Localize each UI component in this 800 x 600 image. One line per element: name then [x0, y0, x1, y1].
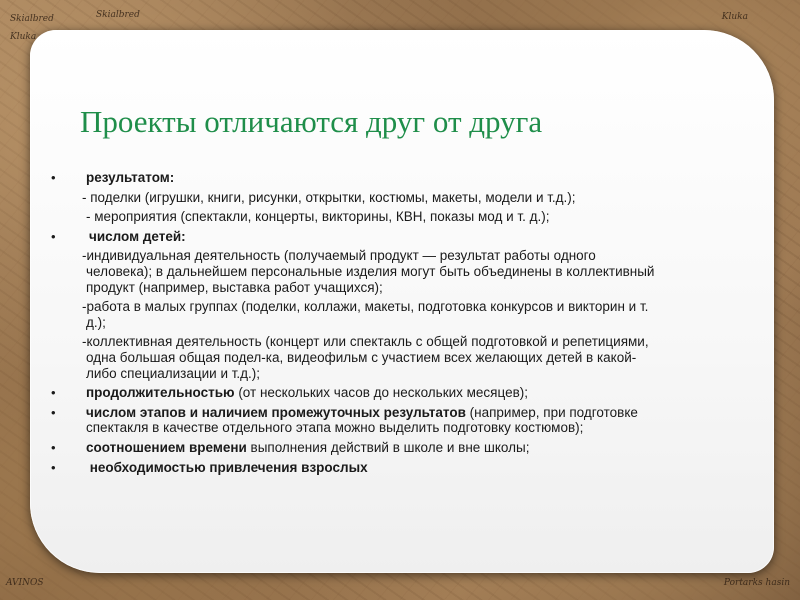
bullet-text: (например, при подготовке [465, 404, 638, 420]
slide-content: • результатом: - поделки (игрушки, книги… [48, 170, 748, 479]
map-label: Skialbred [10, 14, 54, 24]
bullet-icon: • [51, 170, 56, 185]
bullet-item: • соотношением времени выполнения действ… [48, 440, 748, 456]
paragraph-line: -коллективная деятельность (концерт или … [82, 334, 649, 350]
bullet-item: • продолжительностью (от нескольких часо… [48, 385, 748, 401]
bullet-icon: • [51, 404, 56, 420]
bullet-bold-text: необходимостью привлечения взрослых [86, 459, 368, 475]
map-label: Kluka [10, 32, 37, 42]
bullet-icon: • [51, 385, 56, 401]
bullet-item: • числом этапов и наличием промежуточных… [48, 405, 748, 436]
map-label: Portarks hasin [723, 578, 790, 588]
bullet-bold-text: соотношением времени [86, 439, 247, 455]
bullet-text: (от нескольких часов до нескольких месяц… [234, 385, 529, 401]
map-label: AVINOS [6, 578, 44, 588]
bullet-icon: • [51, 459, 56, 475]
map-label: Kluka [721, 12, 748, 22]
bullet-item: • результатом: [48, 170, 748, 186]
bullet-item: • числом детей: [48, 229, 748, 245]
bullet-continuation: спектакля в качестве отдельного этапа мо… [86, 420, 584, 436]
slide-title: Проекты отличаются друг от друга [80, 104, 543, 139]
bullet-item: • необходимостью привлечения взрослых [48, 460, 748, 476]
paragraph-line: продукт (например, выставка работ учащих… [86, 279, 383, 295]
paragraph: -работа в малых группах (поделки, коллаж… [48, 299, 748, 330]
bullet-bold-text: числом детей: [89, 228, 186, 244]
bullet-bold-text: результатом: [86, 170, 175, 185]
paragraph-line: человека); в дальнейшем персональные изд… [86, 263, 655, 279]
paragraph: -коллективная деятельность (концерт или … [48, 334, 748, 381]
bullet-bold-text: продолжительностью [86, 385, 235, 401]
bullet-icon: • [51, 439, 56, 455]
paragraph-line: одна большая общая подел-ка, видеофильм … [86, 349, 637, 365]
map-label: Skialbred [96, 10, 140, 20]
paragraph-line: д.); [86, 314, 106, 330]
bullet-text: выполнения действий в школе и вне школы; [246, 439, 530, 455]
paragraph: -индивидуальная деятельность (получаемый… [48, 248, 748, 295]
bullet-icon: • [51, 228, 56, 244]
sub-item: - поделки (игрушки, книги, рисунки, откр… [82, 189, 576, 205]
paragraph-line: -индивидуальная деятельность (получаемый… [82, 248, 596, 264]
sub-item: - мероприятия (спектакли, концерты, викт… [86, 209, 550, 225]
paragraph-line: либо специализации и т.д.); [86, 365, 261, 381]
paragraph-line: -работа в малых группах (поделки, коллаж… [82, 299, 649, 315]
bullet-bold-text: числом этапов и наличием промежуточных р… [86, 404, 466, 420]
